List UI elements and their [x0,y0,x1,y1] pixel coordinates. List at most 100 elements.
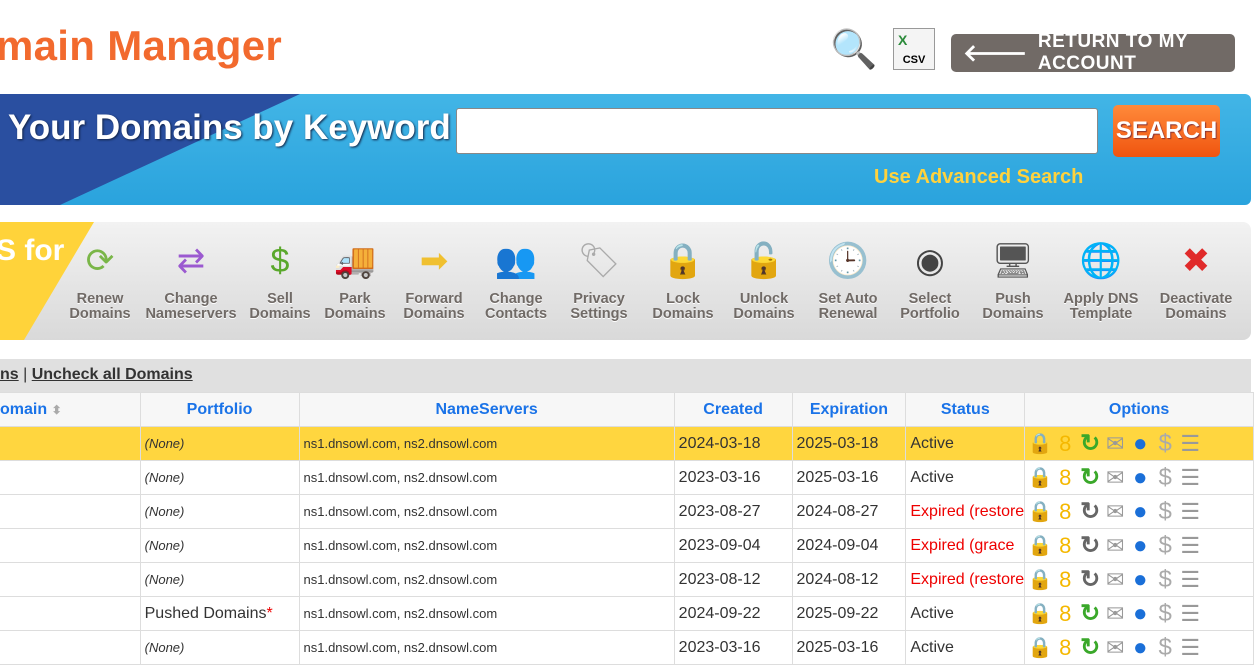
lock-icon[interactable]: 🔒 [1028,602,1053,626]
toolbar-change-contacts[interactable]: 👥 Change Contacts [468,236,564,322]
column-domain[interactable]: omain ⬍ [0,392,141,427]
toolbar-privacy-settings[interactable]: 🏷 Privacy Settings [551,236,647,322]
table-row[interactable]: (None) ns1.dnsowl.com, ns2.dnsowl.com 20… [0,562,1254,597]
email-icon[interactable]: ✉ [1104,533,1126,558]
database-icon[interactable]: ☰ [1179,533,1201,558]
search-icon[interactable]: 🔍 [830,28,877,72]
label-line1: Select [908,291,952,307]
return-to-account-button[interactable]: 🡐 RETURN TO MY ACCOUNT [951,31,1235,74]
contact-icon[interactable]: 8 [1054,601,1076,626]
table-row[interactable]: (None) ns1.dnsowl.com, ns2.dnsowl.com 20… [0,426,1254,461]
globe-icon[interactable]: ● [1129,498,1151,525]
toolbar-renew-domains[interactable]: ⟳ Renew Domains [52,236,148,322]
created-cell: 2023-03-16 [673,460,793,495]
domain-cell[interactable] [0,528,141,563]
lock-icon[interactable]: 🔒 [1028,466,1053,490]
domain-cell[interactable] [0,562,141,597]
globe-icon[interactable]: ● [1129,430,1151,457]
toolbar-push-domains[interactable]: 🖥 Push Domains [965,236,1061,322]
domain-cell[interactable] [0,460,141,495]
contact-icon[interactable]: 8 [1054,465,1076,490]
check-all-link[interactable]: ns [0,366,19,383]
email-icon[interactable]: ✉ [1104,601,1126,626]
database-icon[interactable]: ☰ [1179,635,1201,660]
portfolio-cell[interactable]: (None) [139,528,300,563]
portfolio-cell[interactable]: Pushed Domains* [139,596,300,631]
renew-icon[interactable]: ↻ [1079,600,1101,627]
portfolio-cell[interactable]: (None) [139,630,300,665]
globe-icon[interactable]: ● [1129,566,1151,593]
domain-cell[interactable] [0,596,141,631]
dollar-icon[interactable]: $ [1154,532,1176,559]
dollar-icon[interactable]: $ [1154,498,1176,525]
portfolio-cell[interactable]: (None) [139,562,300,597]
domain-cell[interactable] [0,494,141,529]
dollar-icon[interactable]: $ [1154,464,1176,491]
table-row[interactable]: (None) ns1.dnsowl.com, ns2.dnsowl.com 20… [0,630,1254,665]
email-icon[interactable]: ✉ [1104,567,1126,592]
dollar-icon[interactable]: $ [1154,634,1176,661]
column-portfolio[interactable]: Portfolio [139,392,300,427]
label-line1: Change [489,291,543,307]
contact-icon[interactable]: 8 [1054,635,1076,660]
search-button[interactable]: SEARCH [1113,105,1220,157]
lock-icon[interactable]: 🔒 [1028,500,1053,524]
lock-icon[interactable]: 🔒 [1028,568,1053,592]
column-nameservers[interactable]: NameServers [298,392,675,427]
toolbar-select-portfolio[interactable]: ◉ Select Portfolio [882,236,978,322]
domain-cell[interactable] [0,426,141,461]
toolbar-change-nameservers[interactable]: ⇄ Change Nameservers [143,236,239,322]
portfolio-cell[interactable]: (None) [139,460,300,495]
table-row[interactable]: (None) ns1.dnsowl.com, ns2.dnsowl.com 20… [0,528,1254,563]
contacts-icon: 👥 [494,242,538,280]
column-status[interactable]: Status [905,392,1026,427]
database-icon[interactable]: ☰ [1179,465,1201,490]
domain-cell[interactable] [0,630,141,665]
globe-icon[interactable]: ● [1129,464,1151,491]
dollar-icon[interactable]: $ [1154,566,1176,593]
database-icon[interactable]: ☰ [1179,601,1201,626]
table-row[interactable]: (None) ns1.dnsowl.com, ns2.dnsowl.com 20… [0,494,1254,529]
column-created[interactable]: Created [673,392,793,427]
toolbar-unlock-domains[interactable]: 🔓 Unlock Domains [716,236,812,322]
contact-icon[interactable]: 8 [1054,533,1076,558]
lock-icon[interactable]: 🔒 [1028,534,1053,558]
sort-icon[interactable]: ⬍ [52,403,62,417]
contact-icon[interactable]: 8 [1054,499,1076,524]
portfolio-cell[interactable]: (None) [139,426,300,461]
uncheck-all-link[interactable]: Uncheck all Domains [32,366,193,383]
expiration-cell: 2025-03-18 [791,426,907,461]
table-row[interactable]: (None) ns1.dnsowl.com, ns2.dnsowl.com 20… [0,460,1254,495]
globe-icon[interactable]: ● [1129,532,1151,559]
domain-header: omain [0,400,48,418]
renew-icon[interactable]: ↻ [1079,464,1101,491]
renew-icon[interactable]: ↻ [1079,532,1101,559]
dollar-icon[interactable]: $ [1154,600,1176,627]
renew-icon[interactable]: ↻ [1079,634,1101,661]
dollar-icon[interactable]: $ [1154,430,1176,457]
toolbar-deactivate-domains[interactable]: ✖ Deactivate Domains [1148,236,1244,322]
database-icon[interactable]: ☰ [1179,499,1201,524]
globe-icon[interactable]: ● [1129,634,1151,661]
email-icon[interactable]: ✉ [1104,499,1126,524]
advanced-search-link[interactable]: Use Advanced Search [874,166,1083,189]
column-expiration[interactable]: Expiration [791,392,907,427]
toolbar-apply-dns-template[interactable]: 🌐 Apply DNS Template [1053,236,1149,322]
database-icon[interactable]: ☰ [1179,567,1201,592]
email-icon[interactable]: ✉ [1104,431,1126,456]
renew-icon[interactable]: ↻ [1079,430,1101,457]
email-icon[interactable]: ✉ [1104,465,1126,490]
portfolio-cell[interactable]: (None) [139,494,300,529]
keyword-search-input[interactable] [456,108,1098,154]
lock-icon[interactable]: 🔒 [1028,636,1053,660]
lock-icon[interactable]: 🔒 [1028,432,1053,456]
contact-icon[interactable]: 8 [1054,431,1076,456]
renew-icon[interactable]: ↻ [1079,498,1101,525]
table-row[interactable]: Pushed Domains* ns1.dnsowl.com, ns2.dnso… [0,596,1254,631]
contact-icon[interactable]: 8 [1054,567,1076,592]
renew-icon[interactable]: ↻ [1079,566,1101,593]
database-icon[interactable]: ☰ [1179,431,1201,456]
email-icon[interactable]: ✉ [1104,635,1126,660]
csv-export-icon[interactable]: X CSV [893,28,935,70]
globe-icon[interactable]: ● [1129,600,1151,627]
